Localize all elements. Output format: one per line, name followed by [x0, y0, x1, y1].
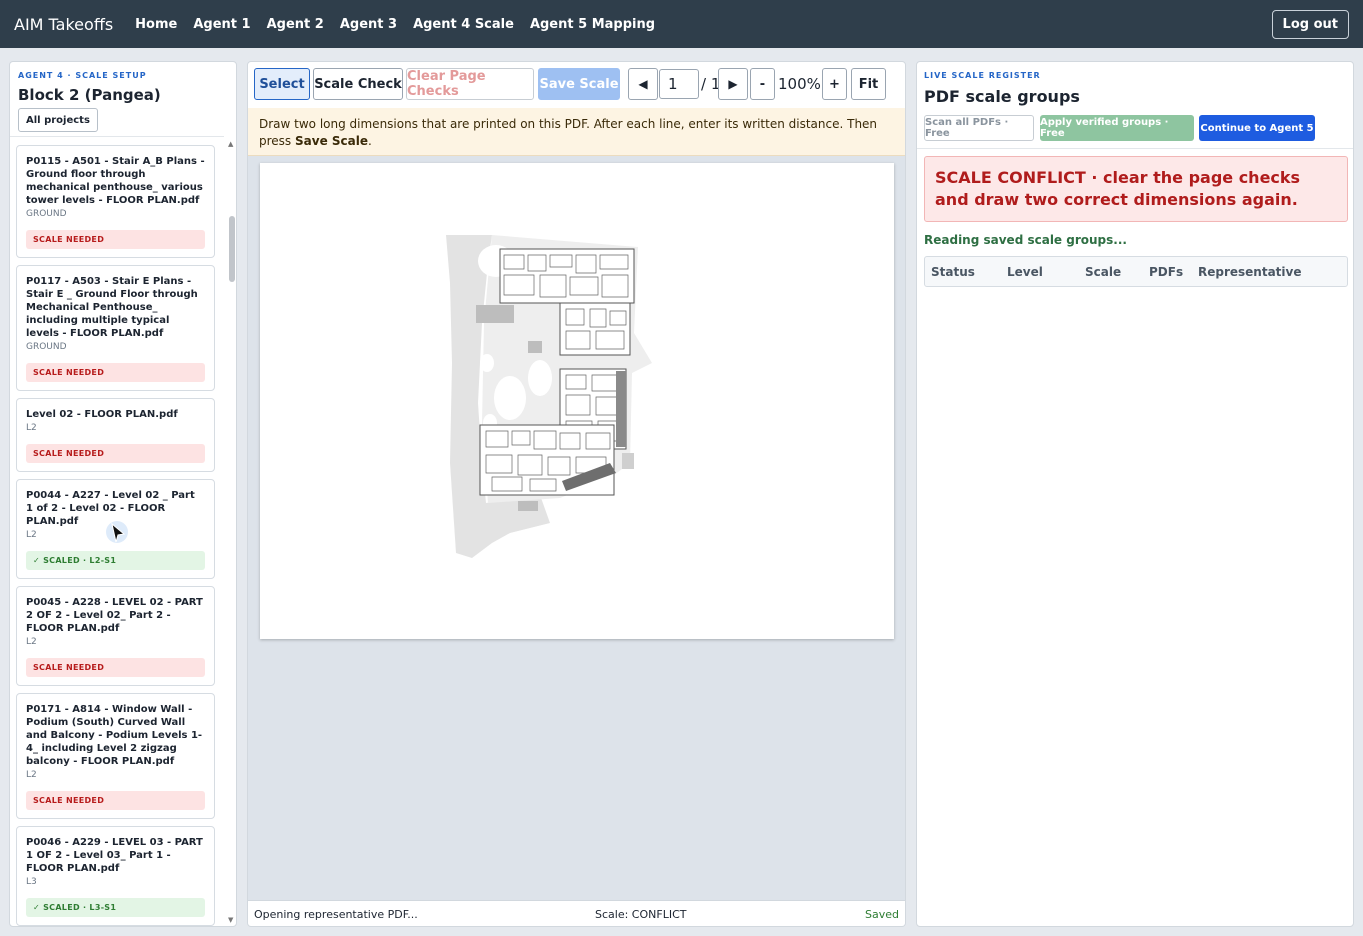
scan-all-pdfs-button[interactable]: Scan all PDFs · Free	[924, 115, 1034, 141]
clear-page-checks-button[interactable]: Clear Page Checks	[406, 68, 534, 100]
loading-message: Reading saved scale groups...	[924, 233, 1127, 247]
nav-home[interactable]: Home	[135, 17, 177, 32]
scale-conflict-alert: SCALE CONFLICT · clear the page checks a…	[924, 156, 1348, 222]
viewer-toolbar: Select Scale Check Clear Page Checks Sav…	[248, 62, 905, 108]
prev-page-button[interactable]: ◀	[628, 68, 658, 100]
nav-agent-1[interactable]: Agent 1	[193, 17, 250, 32]
scale-groups-table-header: Status Level Scale PDFs Representative	[924, 256, 1348, 287]
pdf-card-level: L2	[26, 637, 37, 647]
nav-agent-5-mapping[interactable]: Agent 5 Mapping	[530, 17, 655, 32]
zoom-out-button[interactable]: -	[750, 68, 775, 100]
scroll-thumb[interactable]	[229, 216, 235, 282]
mouse-cursor-icon	[106, 521, 128, 543]
column-pdfs: PDFs	[1149, 265, 1184, 279]
pdf-list-panel: AGENT 4 · SCALE SETUP Block 2 (Pangea) A…	[9, 61, 237, 927]
column-level: Level	[1007, 265, 1043, 279]
pdf-card-level: L2	[26, 770, 37, 780]
zoom-in-button[interactable]: +	[822, 68, 847, 100]
status-badge: ✓ SCALED · L3-S1	[26, 898, 205, 917]
status-badge: ✓ SCALED · L2-S1	[26, 551, 205, 570]
project-title: Block 2 (Pangea)	[18, 86, 161, 104]
save-scale-button[interactable]: Save Scale	[538, 68, 620, 100]
panel-eyebrow: LIVE SCALE REGISTER	[924, 71, 1041, 80]
column-representative: Representative	[1198, 265, 1302, 279]
save-status: Saved	[865, 908, 899, 921]
notice-bold: Save Scale	[295, 134, 368, 148]
list-scrollbar[interactable]: ▲ ▼	[226, 136, 236, 926]
scale-check-button[interactable]: Scale Check	[313, 68, 403, 100]
all-projects-button[interactable]: All projects	[18, 108, 98, 132]
status-badge: SCALE NEEDED	[26, 444, 205, 463]
nav-agent-4-scale[interactable]: Agent 4 Scale	[413, 17, 514, 32]
pdf-page-canvas[interactable]	[260, 163, 894, 639]
pdf-card-title: Level 02 - FLOOR PLAN.pdf	[26, 409, 178, 420]
zoom-level: 100%	[778, 75, 821, 93]
notice-end: .	[367, 134, 372, 148]
viewer-status-bar: Opening representative PDF... Scale: CON…	[248, 900, 905, 926]
column-scale: Scale	[1085, 265, 1122, 279]
pdf-card-title: P0046 - A229 - LEVEL 03 - PART 1 OF 2 - …	[26, 837, 203, 874]
floor-plan-drawing	[446, 235, 652, 558]
status-message: Opening representative PDF...	[254, 908, 418, 921]
pdf-card[interactable]: P0115 - A501 - Stair A_B Plans - Ground …	[16, 145, 215, 258]
status-badge: SCALE NEEDED	[26, 791, 205, 810]
pdf-card[interactable]: P0117 - A503 - Stair E Plans - Stair E _…	[16, 265, 215, 391]
nav-agent-2[interactable]: Agent 2	[267, 17, 324, 32]
pdf-card[interactable]: P0045 - A228 - LEVEL 02 - PART 2 OF 2 - …	[16, 586, 215, 686]
nav-agent-3[interactable]: Agent 3	[340, 17, 397, 32]
top-nav: AIM Takeoffs Home Agent 1 Agent 2 Agent …	[0, 0, 1363, 48]
pdf-card-title: P0117 - A503 - Stair E Plans - Stair E _…	[26, 276, 198, 339]
pdf-card-level: GROUND	[26, 342, 67, 352]
pdf-card-level: GROUND	[26, 209, 67, 219]
status-badge: SCALE NEEDED	[26, 230, 205, 249]
pdf-card-level: L3	[26, 877, 37, 887]
instruction-notice: Draw two long dimensions that are printe…	[248, 108, 905, 156]
pdf-card-title: P0171 - A814 - Window Wall - Podium (Sou…	[26, 704, 203, 767]
status-badge: SCALE NEEDED	[26, 658, 205, 677]
pdf-card[interactable]: P0171 - A814 - Window Wall - Podium (Sou…	[16, 693, 215, 819]
page-number-input[interactable]: 1	[659, 69, 699, 99]
fit-button[interactable]: Fit	[851, 68, 886, 100]
pdf-card-title: P0045 - A228 - LEVEL 02 - PART 2 OF 2 - …	[26, 597, 203, 634]
panel-title: PDF scale groups	[924, 87, 1080, 106]
pdf-viewer-panel: Select Scale Check Clear Page Checks Sav…	[247, 61, 906, 927]
scroll-down-icon[interactable]: ▼	[228, 916, 233, 924]
brand-logo[interactable]: AIM Takeoffs	[14, 15, 113, 34]
pdf-card[interactable]: P0046 - A229 - LEVEL 03 - PART 1 OF 2 - …	[16, 826, 215, 926]
next-page-button[interactable]: ▶	[718, 68, 748, 100]
apply-verified-groups-button[interactable]: Apply verified groups · Free	[1040, 115, 1194, 141]
column-status: Status	[931, 265, 975, 279]
pdf-card-level: L2	[26, 423, 37, 433]
pdf-card[interactable]: Level 02 - FLOOR PLAN.pdf L2 SCALE NEEDE…	[16, 398, 215, 472]
scale-status: Scale: CONFLICT	[595, 908, 687, 921]
panel-eyebrow: AGENT 4 · SCALE SETUP	[18, 71, 147, 80]
pdf-card-title: P0115 - A501 - Stair A_B Plans - Ground …	[26, 156, 205, 206]
status-badge: SCALE NEEDED	[26, 363, 205, 382]
select-tool-button[interactable]: Select	[254, 68, 310, 100]
scroll-up-icon[interactable]: ▲	[228, 140, 233, 148]
continue-agent-5-button[interactable]: Continue to Agent 5	[1199, 115, 1315, 141]
scale-register-panel: LIVE SCALE REGISTER PDF scale groups Sca…	[916, 61, 1354, 927]
logout-button[interactable]: Log out	[1271, 10, 1349, 39]
divider	[917, 148, 1353, 149]
